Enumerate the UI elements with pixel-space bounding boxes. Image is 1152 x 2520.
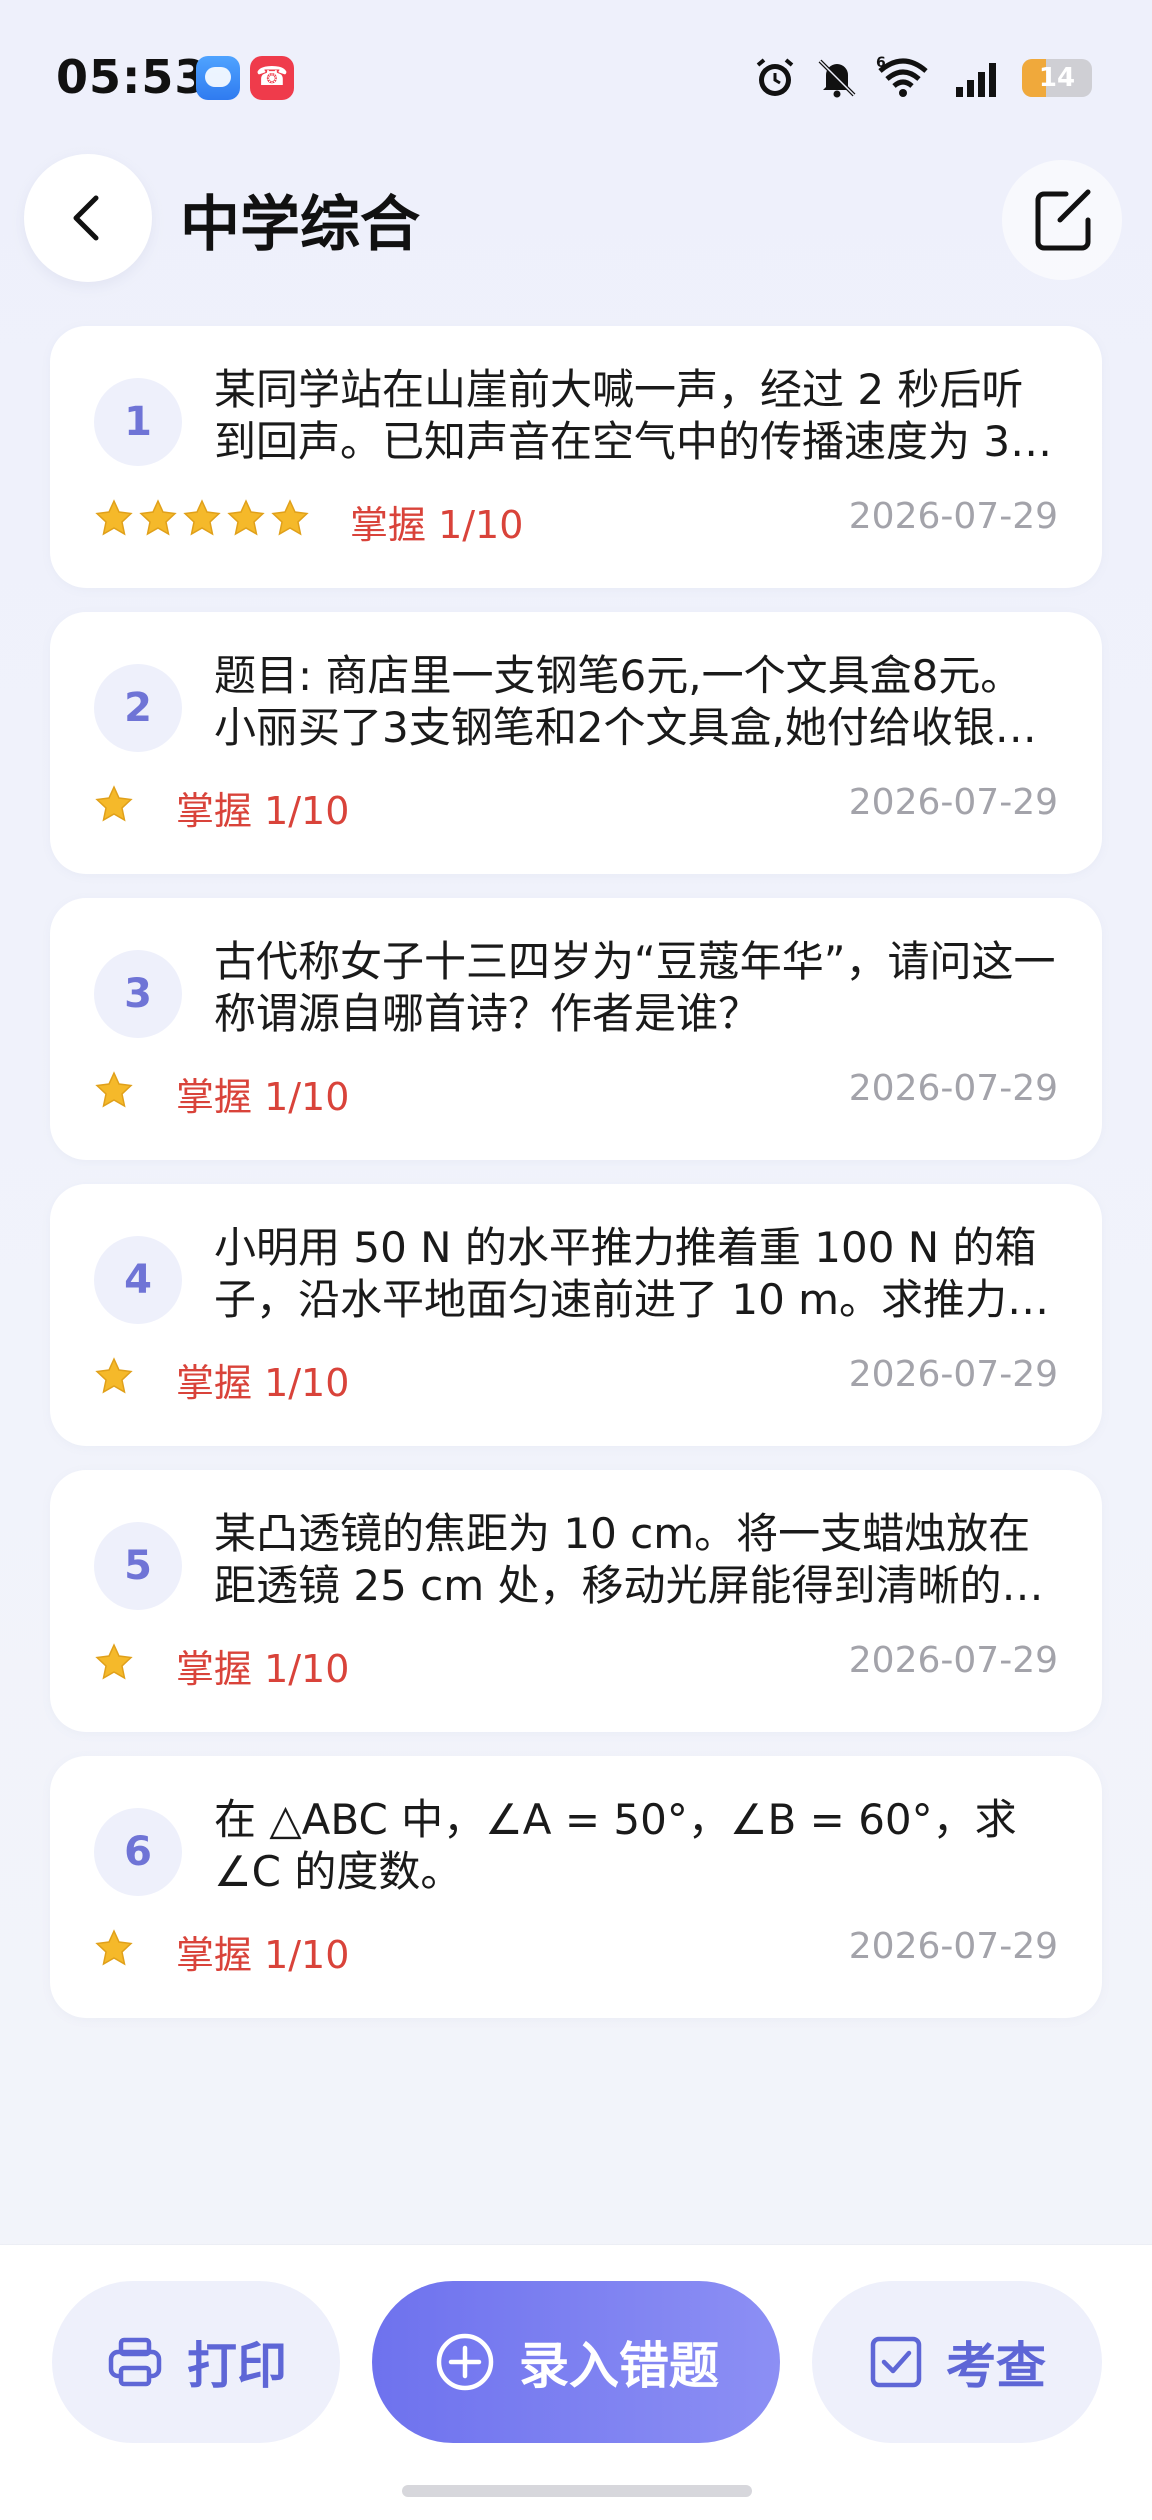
- wifi-icon: 6: [876, 55, 930, 101]
- mastery-label: 掌握 1/10: [176, 1933, 350, 1977]
- question-date: 2026-07-29: [848, 1926, 1058, 1967]
- edit-icon: [1035, 189, 1091, 251]
- question-list: 1 某同学站在山崖前大喊一声，经过 2 秒后听到回声。已知声音在空气中的传播速度…: [50, 326, 1102, 2042]
- star-icon: [95, 1929, 133, 1966]
- question-card[interactable]: 5 某凸透镜的焦距为 10 cm。将一支蜡烛放在距透镜 25 cm 处，移动光屏…: [50, 1470, 1102, 1732]
- question-card[interactable]: 4 小明用 50 N 的水平推力推着重 100 N 的箱子，沿水平地面匀速前进了…: [50, 1184, 1102, 1446]
- mute-icon: [814, 55, 860, 101]
- printer-icon: [108, 2337, 162, 2387]
- bottom-action-bar: 打印 录入错题 考查: [0, 2244, 1152, 2520]
- question-card[interactable]: 2 题目: 商店里一支钢笔6元,一个文具盒8元。小丽买了3支钢笔和2个文具盒,她…: [50, 612, 1102, 874]
- question-text: 古代称女子十三四岁为“豆蔻年华”，请问这一称谓源自哪首诗？作者是谁？: [214, 937, 1056, 1038]
- page-title: 中学综合: [180, 190, 420, 260]
- question-number: 5: [94, 1522, 182, 1610]
- add-wrong-question-button[interactable]: 录入错题: [372, 2281, 780, 2443]
- star-rating: [94, 1642, 134, 1682]
- mastery-label: 掌握 1/10: [176, 1647, 350, 1691]
- svg-text:6: 6: [876, 55, 886, 71]
- star-icon: [183, 499, 221, 536]
- add-label: 录入错题: [519, 2337, 719, 2395]
- print-label: 打印: [187, 2337, 287, 2395]
- star-icon: [95, 785, 133, 822]
- back-button[interactable]: [24, 154, 152, 282]
- exam-button[interactable]: 考查: [812, 2281, 1102, 2443]
- mastery-label: 掌握 1/10: [176, 1361, 350, 1405]
- message-app-icon: [196, 56, 240, 100]
- star-rating: [94, 498, 310, 538]
- plus-circle-icon: [436, 2333, 494, 2391]
- question-card[interactable]: 6 在 △ABC 中，∠A = 50°，∠B = 60°，求∠C 的度数。 掌握…: [50, 1756, 1102, 2018]
- mastery-label: 掌握 1/10: [350, 503, 524, 547]
- chevron-left-icon: [73, 195, 99, 241]
- question-text: 某凸透镜的焦距为 10 cm。将一支蜡烛放在距透镜 25 cm 处，移动光屏能得…: [214, 1509, 1031, 1610]
- status-bar: 05:53 ☎ 6 14: [0, 0, 1152, 150]
- status-icons: 6 14: [752, 52, 1092, 104]
- question-text: 题目: 商店里一支钢笔6元,一个文具盒8元。小丽买了3支钢笔和2个文具盒,她付给…: [214, 651, 1037, 752]
- check-label: 考查: [946, 2337, 1046, 2395]
- star-icon: [139, 499, 177, 536]
- mastery-label: 掌握 1/10: [176, 1075, 350, 1119]
- question-date: 2026-07-29: [848, 1354, 1058, 1395]
- question-number: 3: [94, 950, 182, 1038]
- question-number: 1: [94, 378, 182, 466]
- signal-icon: [946, 55, 1006, 101]
- star-icon: [95, 1643, 133, 1680]
- question-text: 小明用 50 N 的水平推力推着重 100 N 的箱子，沿水平地面匀速前进了 1…: [214, 1223, 1050, 1324]
- question-text: 在 △ABC 中，∠A = 50°，∠B = 60°，求∠C 的度数。: [214, 1795, 1017, 1896]
- home-indicator[interactable]: [402, 2485, 752, 2497]
- missed-call-icon: ☎: [250, 56, 294, 100]
- question-number: 2: [94, 664, 182, 752]
- question-card[interactable]: 1 某同学站在山崖前大喊一声，经过 2 秒后听到回声。已知声音在空气中的传播速度…: [50, 326, 1102, 588]
- question-number: 4: [94, 1236, 182, 1324]
- question-text: 某同学站在山崖前大喊一声，经过 2 秒后听到回声。已知声音在空气中的传播速度为 …: [214, 365, 1064, 466]
- star-icon: [95, 499, 133, 536]
- question-date: 2026-07-29: [848, 496, 1058, 537]
- star-icon: [271, 499, 309, 536]
- checkbox-icon: [870, 2336, 922, 2388]
- star-icon: [227, 499, 265, 536]
- question-card[interactable]: 3 古代称女子十三四岁为“豆蔻年华”，请问这一称谓源自哪首诗？作者是谁？ 掌握 …: [50, 898, 1102, 1160]
- star-rating: [94, 1928, 134, 1968]
- question-number: 6: [94, 1808, 182, 1896]
- star-icon: [95, 1357, 133, 1394]
- status-time: 05:53: [56, 50, 208, 104]
- mastery-label: 掌握 1/10: [176, 789, 350, 833]
- edit-button[interactable]: [1002, 160, 1122, 280]
- star-rating: [94, 1356, 134, 1396]
- question-date: 2026-07-29: [848, 1640, 1058, 1681]
- star-rating: [94, 1070, 134, 1110]
- star-rating: [94, 784, 134, 824]
- star-icon: [95, 1071, 133, 1108]
- print-button[interactable]: 打印: [52, 2281, 340, 2443]
- question-date: 2026-07-29: [848, 1068, 1058, 1109]
- battery-icon: 14: [1022, 59, 1092, 97]
- question-date: 2026-07-29: [848, 782, 1058, 823]
- alarm-icon: [752, 55, 798, 101]
